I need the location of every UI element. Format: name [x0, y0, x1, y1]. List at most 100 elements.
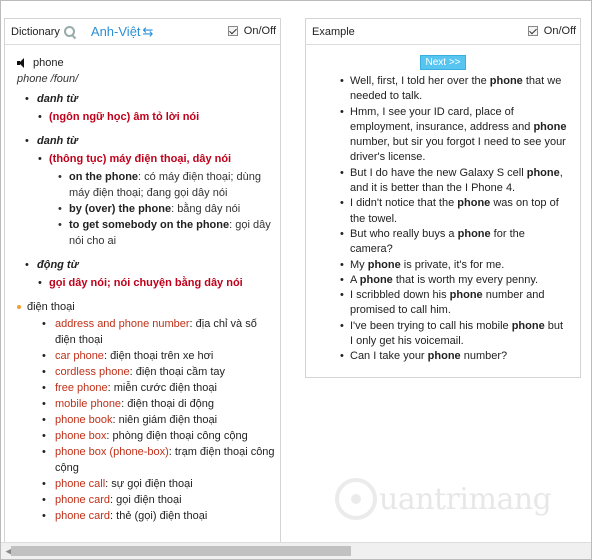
meaning-item: (ngôn ngữ học) âm tỏ lời nói: [38, 109, 280, 125]
vietnamese-term-item: phone card: gọi điện thoại: [42, 492, 280, 508]
sentence-text: that is worth my every penny.: [392, 273, 539, 286]
example-toggle[interactable]: On/Off: [527, 25, 576, 37]
entry-list: danh từ (ngôn ngữ học) âm tỏ lời nói dan…: [17, 91, 280, 291]
phrase-term: on the phone: [69, 171, 139, 183]
term-link[interactable]: phone call: [55, 478, 105, 490]
horizontal-scrollbar[interactable]: ◀: [1, 542, 591, 559]
vietnamese-term-list: address and phone number: địa chỉ và số …: [17, 316, 280, 524]
example-sentence: I didn't notice that the phone was on to…: [340, 196, 568, 227]
term-link[interactable]: free phone: [55, 382, 108, 394]
highlighted-word: phone: [511, 319, 545, 332]
term-link[interactable]: phone box: [55, 430, 106, 442]
part-of-speech: động từ: [37, 259, 79, 271]
vietnamese-term-item: phone card: thẻ (gọi) điện thoại: [42, 508, 280, 524]
sentence-text: is private, it's for me.: [400, 258, 505, 271]
sentence-text: Can I take your: [350, 350, 428, 363]
watermark: uantrimang: [335, 478, 552, 520]
term-link[interactable]: phone book: [55, 414, 113, 426]
entry-item: động từ gọi dây nói; nói chuyện bằng dây…: [25, 257, 280, 291]
phrase-item: by (over) the phone: bằng dây nói: [58, 201, 280, 217]
vietnamese-term-item: phone call: sự gọi điện thoại: [42, 476, 280, 492]
sentence-text: My: [350, 258, 368, 271]
watermark-text: uantrimang: [379, 481, 552, 517]
dictionary-toggle-checkbox[interactable]: [227, 26, 238, 36]
vietnamese-term-item: phone box (phone-box): trạm điện thoại c…: [42, 444, 280, 476]
meaning-list: (thông tục) máy điện thoại, dây nói on t…: [37, 151, 280, 249]
term-link[interactable]: cordless phone: [55, 366, 130, 378]
sentence-text: I scribbled down his: [350, 289, 450, 302]
example-sentence: My phone is private, it's for me.: [340, 258, 568, 274]
speaker-icon[interactable]: [17, 58, 29, 68]
highlighted-word: phone: [367, 258, 401, 271]
term-definition: thẻ (gọi) điện thoại: [116, 510, 208, 522]
vietnamese-term-item: cordless phone: điện thoại cầm tay: [42, 364, 280, 380]
phrase-item: on the phone: có máy điện thoại; dùng má…: [58, 169, 280, 201]
dictionary-title: Dictionary: [11, 25, 60, 38]
entry-item: danh từ (thông tục) máy điện thoại, dây …: [25, 133, 280, 249]
vietnamese-term-item: phone book: niên giám điện thoại: [42, 412, 280, 428]
pronunciation: phone /foun/: [17, 73, 79, 85]
language-pair-link[interactable]: Anh-Việt: [91, 24, 141, 39]
term-definition: điện thoại di động: [127, 398, 215, 410]
meaning-text: gọi dây nói; nói chuyện bằng dây nói: [49, 277, 243, 289]
sentence-text: number?: [460, 350, 508, 363]
next-button[interactable]: Next >>: [420, 55, 466, 70]
example-sentence: But who really buys a phone for the came…: [340, 227, 568, 258]
term-link[interactable]: phone box (phone-box): [55, 446, 169, 458]
watermark-logo-icon: [335, 478, 377, 520]
term-definition: sự gọi điện thoại: [111, 478, 193, 490]
sentence-text: number, but sir you forgot I need to see…: [350, 136, 566, 164]
dictionary-content: phone phone /foun/ danh từ (ngôn ngữ học…: [5, 45, 280, 524]
meaning-text: (ngôn ngữ học) âm tỏ lời nói: [49, 111, 200, 123]
example-toggle-checkbox[interactable]: [527, 26, 538, 36]
example-sentence: I scribbled down his phone number and pr…: [340, 288, 568, 319]
vietnamese-term-item: mobile phone: điện thoại di động: [42, 396, 280, 412]
vietnamese-term-item: car phone: điện thoại trên xe hơi: [42, 348, 280, 364]
sentence-text: I've been trying to call his mobile: [350, 319, 512, 332]
meaning-list: gọi dây nói; nói chuyện bằng dây nói: [37, 275, 280, 291]
dictionary-toggle[interactable]: On/Off: [227, 25, 276, 37]
entry-item: danh từ (ngôn ngữ học) âm tỏ lời nói: [25, 91, 280, 125]
term-link[interactable]: car phone: [55, 350, 104, 362]
term-definition: điện thoại trên xe hơi: [110, 350, 214, 362]
term-definition: miễn cước điện thoại: [113, 382, 217, 394]
part-of-speech: danh từ: [37, 135, 78, 147]
term-link[interactable]: phone card: [55, 494, 110, 506]
phrase-term: by (over) the phone: [69, 203, 172, 215]
term-definition: niên giám điện thoại: [118, 414, 218, 426]
example-sentence: I've been trying to call his mobile phon…: [340, 319, 568, 350]
sentence-text: Hmm, I see your ID card, place of employ…: [350, 105, 534, 133]
highlighted-word: phone: [489, 75, 523, 87]
swap-language-icon[interactable]: ⇆: [143, 24, 154, 40]
example-sentence: Can I take your phone number?: [340, 349, 568, 365]
term-link[interactable]: phone card: [55, 510, 110, 522]
scrollbar-thumb[interactable]: [11, 546, 351, 556]
term-link[interactable]: mobile phone: [55, 398, 121, 410]
headword: phone: [33, 57, 64, 69]
highlighted-word: phone: [359, 273, 393, 286]
highlighted-word: phone: [457, 227, 491, 240]
highlighted-word: phone: [533, 120, 567, 133]
vietnamese-term-item: free phone: miễn cước điện thoại: [42, 380, 280, 396]
meaning-item: (thông tục) máy điện thoại, dây nói on t…: [38, 151, 280, 249]
phrase-list: on the phone: có máy điện thoại; dùng má…: [49, 169, 280, 249]
meaning-list: (ngôn ngữ học) âm tỏ lời nói: [37, 109, 280, 125]
meaning-text: (thông tục) máy điện thoại, dây nói: [49, 153, 232, 165]
highlighted-word: phone: [457, 197, 491, 210]
dictionary-header: Dictionary Anh-Việt ⇆ On/Off: [5, 19, 280, 45]
highlighted-word: phone: [449, 289, 483, 302]
headword-line: phone: [17, 55, 280, 71]
example-title: Example: [312, 25, 355, 38]
dictionary-toggle-label: On/Off: [243, 25, 276, 37]
term-link[interactable]: address and phone number: [55, 318, 190, 330]
meaning-item: gọi dây nói; nói chuyện bằng dây nói: [38, 275, 280, 291]
example-sentence: Well, first, I told her over the phone t…: [340, 74, 568, 105]
search-icon[interactable]: [63, 25, 77, 39]
vietnamese-section: điện thoại address and phone number: địa…: [17, 299, 280, 524]
term-definition: gọi điện thoại: [116, 494, 182, 506]
sentence-text: Well, first, I told her over the: [350, 75, 490, 87]
part-of-speech: danh từ: [37, 93, 78, 105]
phrase-definition: bằng dây nói: [177, 203, 241, 215]
highlighted-word: phone: [526, 166, 560, 179]
example-toggle-label: On/Off: [543, 25, 576, 37]
